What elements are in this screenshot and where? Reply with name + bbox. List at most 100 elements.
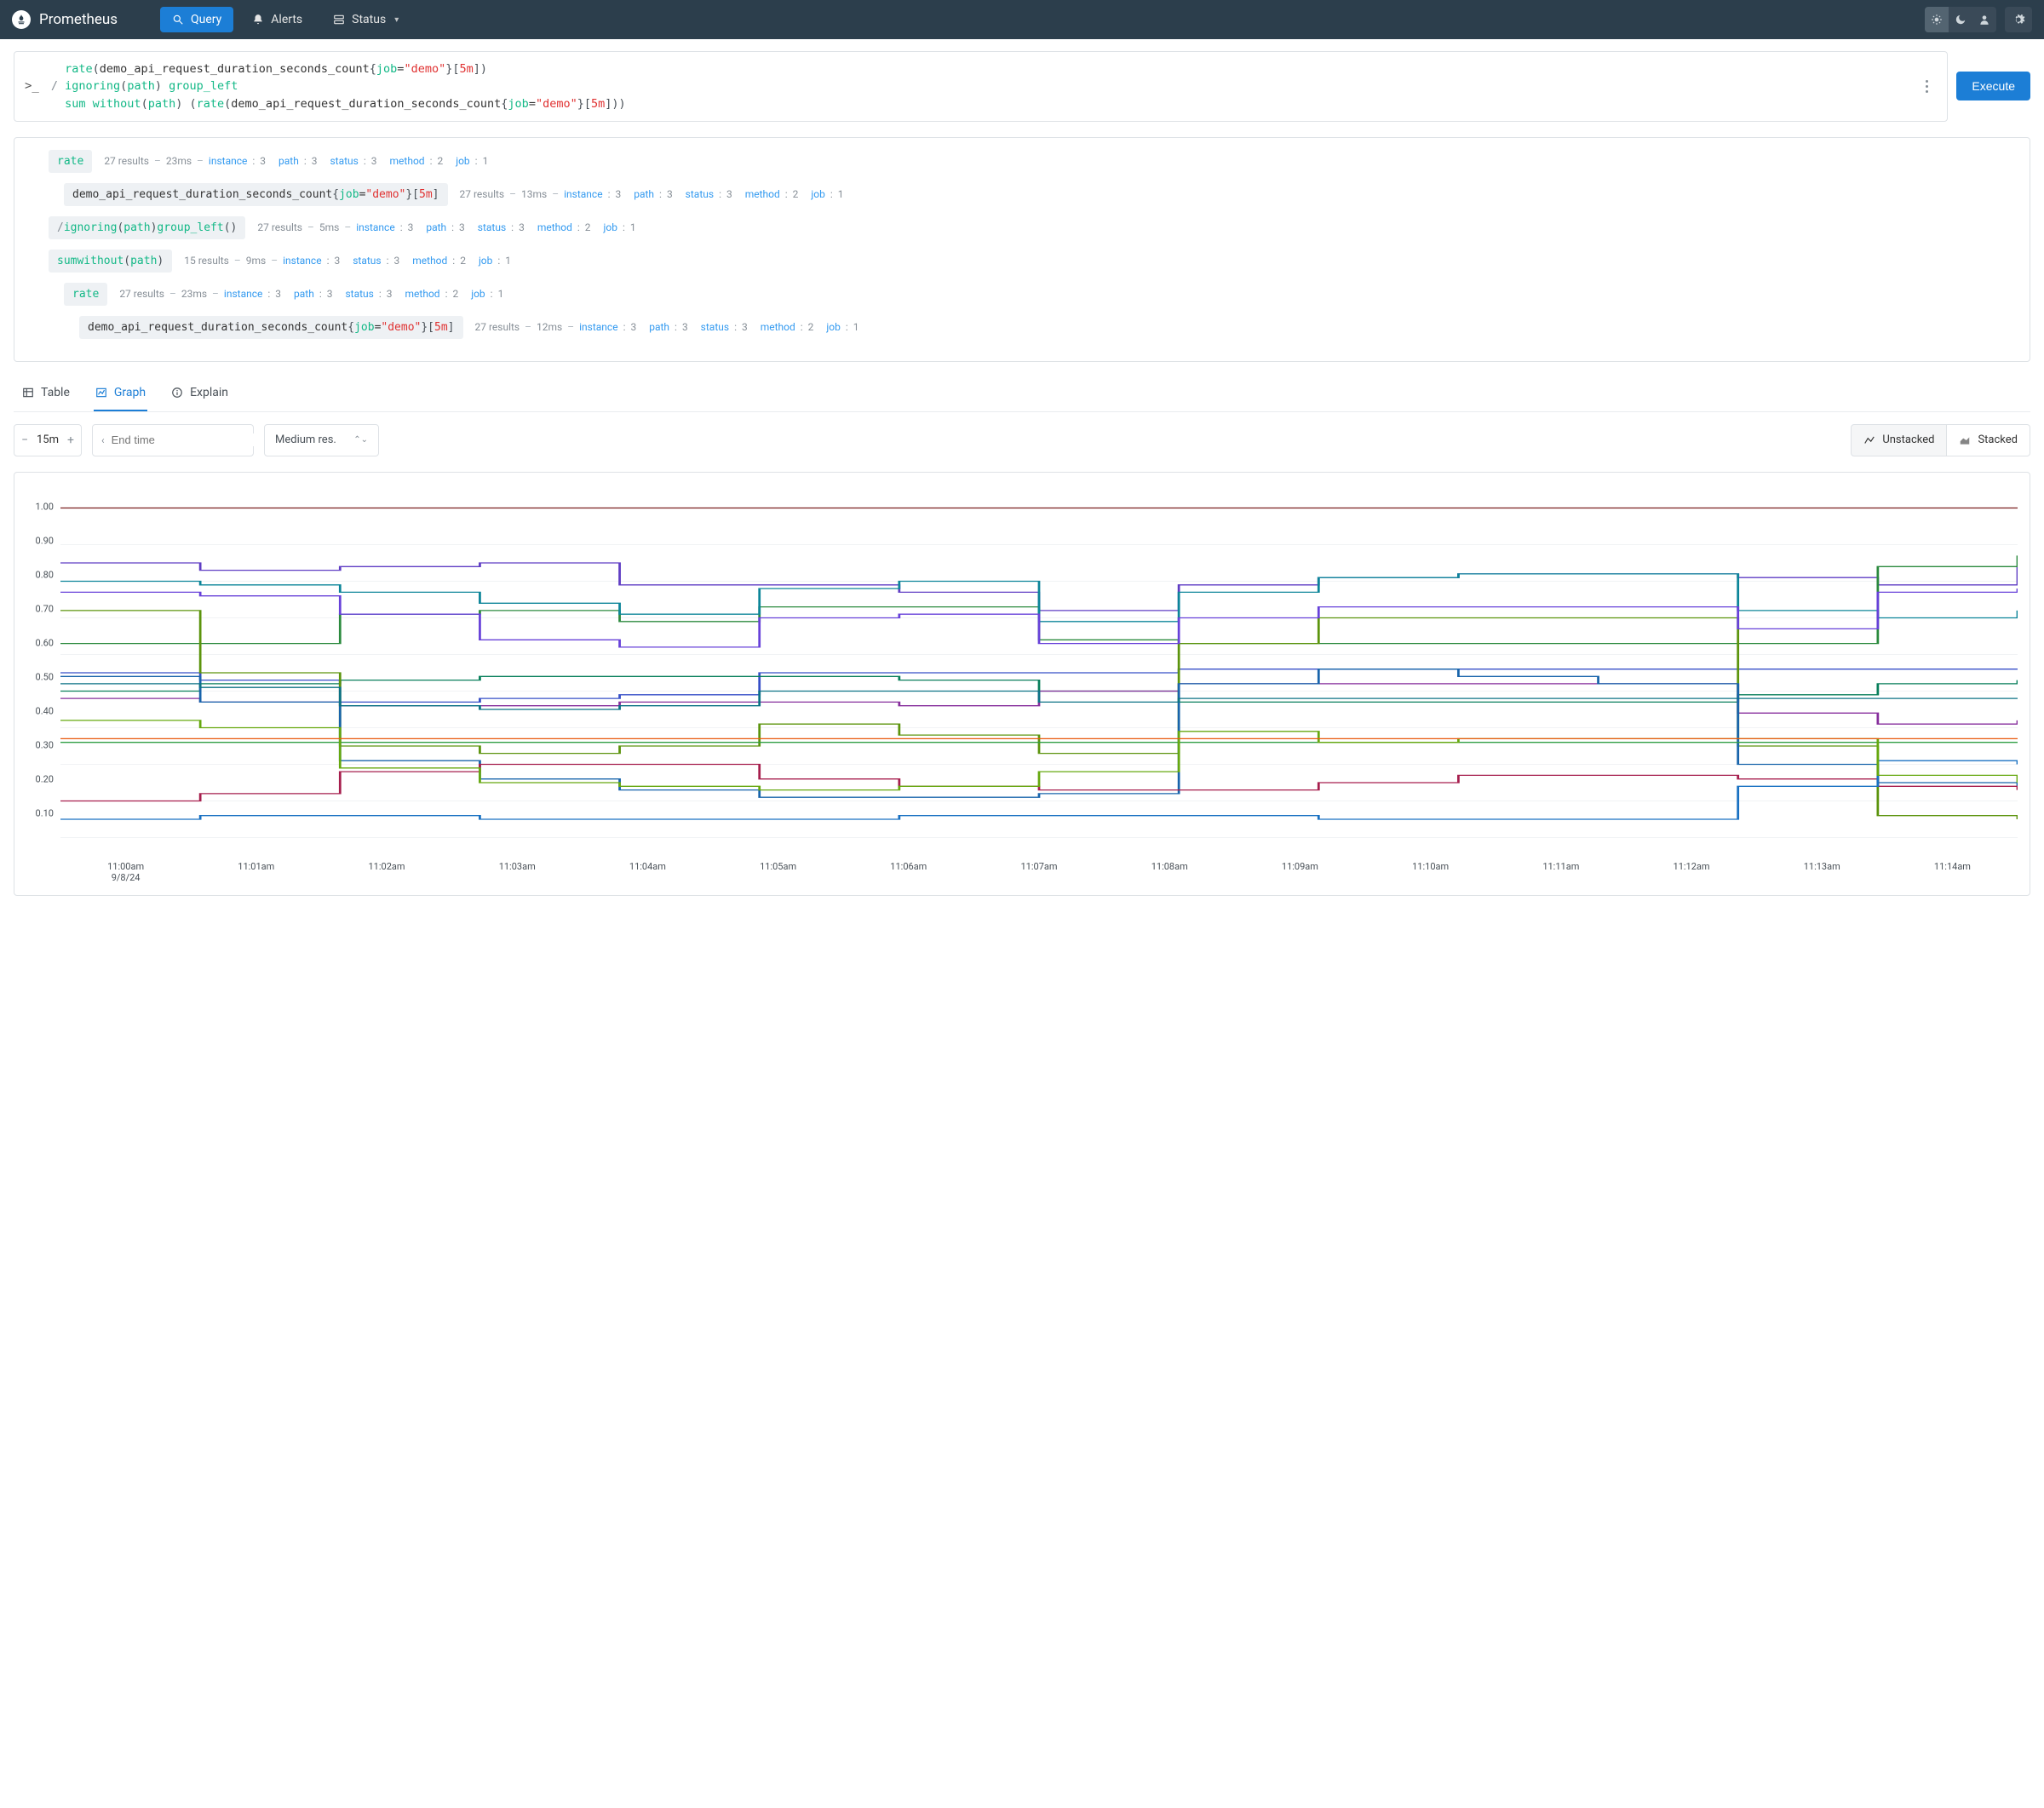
x-tick: 11:14am bbox=[1887, 861, 2018, 883]
chevron-updown-icon: ⌃⌄ bbox=[353, 435, 368, 445]
info-icon bbox=[171, 387, 183, 399]
navbar: Prometheus Query Alerts Status ▾ bbox=[0, 0, 2044, 39]
brand-label: Prometheus bbox=[39, 11, 118, 28]
tree-meta: 27 results – 23ms – instance: 3 path: 3 … bbox=[104, 155, 488, 167]
resolution-value: Medium res. bbox=[275, 433, 336, 446]
user-icon bbox=[1978, 14, 1990, 26]
tree-row[interactable]: demo_api_request_duration_seconds_count{… bbox=[23, 183, 2021, 206]
nav-query-label: Query bbox=[191, 13, 221, 26]
stacked-button[interactable]: Stacked bbox=[1947, 424, 2030, 456]
x-tick: 11:02am bbox=[321, 861, 451, 883]
x-tick: 11:11am bbox=[1496, 861, 1626, 883]
area-chart-icon bbox=[1959, 434, 1971, 446]
tab-table[interactable]: Table bbox=[20, 377, 72, 411]
theme-auto[interactable] bbox=[1972, 7, 1996, 32]
range-value: 15m bbox=[35, 433, 60, 446]
unstacked-button[interactable]: Unstacked bbox=[1851, 424, 1947, 456]
tab-table-label: Table bbox=[41, 386, 70, 399]
chevron-down-icon: ▾ bbox=[394, 15, 399, 25]
y-axis: 0.10 0.20 0.30 0.40 0.50 0.60 0.70 0.80 0.90 1.00 bbox=[26, 490, 57, 830]
tree-row[interactable]: demo_api_request_duration_seconds_count{… bbox=[23, 316, 2021, 339]
nav-alerts[interactable]: Alerts bbox=[240, 7, 314, 32]
tree-expr[interactable]: / ignoring(path) group_left() bbox=[49, 216, 245, 239]
y-tick: 0.40 bbox=[36, 705, 54, 716]
y-tick: 0.70 bbox=[36, 603, 54, 614]
nav-status[interactable]: Status ▾ bbox=[321, 7, 411, 32]
tree-expr[interactable]: rate bbox=[64, 283, 107, 306]
tab-explain-label: Explain bbox=[190, 386, 228, 399]
graph-icon bbox=[95, 387, 107, 399]
nav-status-label: Status bbox=[352, 13, 386, 26]
y-tick: 0.50 bbox=[36, 671, 54, 682]
x-tick: 11:05am bbox=[713, 861, 843, 883]
sun-icon bbox=[1931, 14, 1943, 26]
page: >_ rate(demo_api_request_duration_second… bbox=[0, 39, 2044, 930]
query-menu-button[interactable] bbox=[1916, 76, 1937, 96]
prompt-icon: >_ bbox=[25, 79, 39, 93]
y-tick: 0.90 bbox=[36, 535, 54, 546]
y-tick: 0.30 bbox=[36, 739, 54, 750]
x-tick: 11:10am bbox=[1365, 861, 1496, 883]
theme-toggle bbox=[1925, 7, 1996, 32]
brand[interactable]: Prometheus bbox=[12, 10, 118, 29]
graph-controls: − 15m + ‹ › Medium res. ⌃⌄ Unstacked Sta… bbox=[14, 424, 2030, 456]
execute-button[interactable]: Execute bbox=[1956, 72, 2030, 100]
server-icon bbox=[333, 14, 345, 26]
x-tick: 11:01am bbox=[191, 861, 321, 883]
search-icon bbox=[172, 14, 184, 26]
nav-query[interactable]: Query bbox=[160, 7, 233, 32]
stacked-label: Stacked bbox=[1978, 433, 2018, 446]
tree-expr[interactable]: demo_api_request_duration_seconds_count{… bbox=[64, 183, 448, 206]
query-editor[interactable]: >_ rate(demo_api_request_duration_second… bbox=[14, 51, 1948, 122]
range-control: − 15m + bbox=[14, 424, 82, 456]
nav-alerts-label: Alerts bbox=[271, 13, 302, 26]
tab-graph-label: Graph bbox=[114, 386, 146, 399]
tree-row[interactable]: / ignoring(path) group_left() 27 results … bbox=[23, 216, 2021, 239]
y-tick: 0.60 bbox=[36, 637, 54, 648]
theme-dark[interactable] bbox=[1949, 7, 1972, 32]
chart-panel: 0.10 0.20 0.30 0.40 0.50 0.60 0.70 0.80 0.90 1.00… bbox=[14, 472, 2030, 896]
tree-expr[interactable]: demo_api_request_duration_seconds_count{… bbox=[79, 316, 463, 339]
table-icon bbox=[22, 387, 34, 399]
end-time-control: ‹ › bbox=[92, 424, 254, 456]
end-time-input[interactable] bbox=[105, 433, 268, 446]
bell-icon bbox=[252, 14, 264, 26]
x-tick: 11:07am bbox=[973, 861, 1104, 883]
range-decrease[interactable]: − bbox=[14, 433, 35, 447]
moon-icon bbox=[1955, 14, 1966, 26]
result-tabs: Table Graph Explain bbox=[14, 377, 2030, 412]
y-tick: 0.80 bbox=[36, 569, 54, 580]
tree-expr[interactable]: rate bbox=[49, 150, 92, 173]
stack-toggle: Unstacked Stacked bbox=[1851, 424, 2030, 456]
range-increase[interactable]: + bbox=[60, 433, 81, 447]
tab-graph[interactable]: Graph bbox=[94, 377, 147, 411]
theme-light[interactable] bbox=[1925, 7, 1949, 32]
tree-meta: 27 results – 23ms – instance: 3 path: 3 … bbox=[119, 288, 503, 300]
tree-row[interactable]: rate 27 results – 23ms – instance: 3 path… bbox=[23, 150, 2021, 173]
x-axis: 11:00am9/8/2411:01am11:02am11:03am11:04a… bbox=[60, 856, 2018, 883]
x-tick: 11:03am bbox=[452, 861, 583, 883]
line-chart-icon bbox=[1863, 434, 1875, 446]
y-tick: 0.20 bbox=[36, 773, 54, 784]
y-tick: 1.00 bbox=[36, 501, 54, 512]
x-tick: 11:00am9/8/24 bbox=[60, 861, 191, 883]
x-tick: 11:09am bbox=[1235, 861, 1365, 883]
tab-explain[interactable]: Explain bbox=[169, 377, 230, 411]
chart[interactable]: 0.100.200.300.400.500.600.700.800.901.00 bbox=[60, 490, 2018, 856]
x-tick: 11:13am bbox=[1757, 861, 1887, 883]
prometheus-logo-icon bbox=[12, 10, 31, 29]
query-text[interactable]: rate(demo_api_request_duration_seconds_c… bbox=[51, 60, 1909, 112]
y-tick: 0.10 bbox=[36, 807, 54, 818]
query-tree: rate 27 results – 23ms – instance: 3 path… bbox=[14, 137, 2030, 362]
settings-button[interactable] bbox=[2005, 7, 2032, 32]
x-tick: 11:08am bbox=[1105, 861, 1235, 883]
tree-row[interactable]: sum without(path)15 results – 9ms – inst… bbox=[23, 250, 2021, 273]
tree-meta: 27 results – 5ms – instance: 3 path: 3 s… bbox=[257, 221, 635, 233]
unstacked-label: Unstacked bbox=[1882, 433, 1934, 446]
tree-meta: 27 results – 12ms – instance: 3 path: 3 … bbox=[475, 321, 859, 333]
nav-links: Query Alerts Status ▾ bbox=[160, 7, 411, 32]
resolution-select[interactable]: Medium res. ⌃⌄ bbox=[264, 424, 379, 456]
tree-expr[interactable]: sum without(path) bbox=[49, 250, 172, 273]
tree-row[interactable]: rate 27 results – 23ms – instance: 3 path… bbox=[23, 283, 2021, 306]
x-tick: 11:06am bbox=[843, 861, 973, 883]
